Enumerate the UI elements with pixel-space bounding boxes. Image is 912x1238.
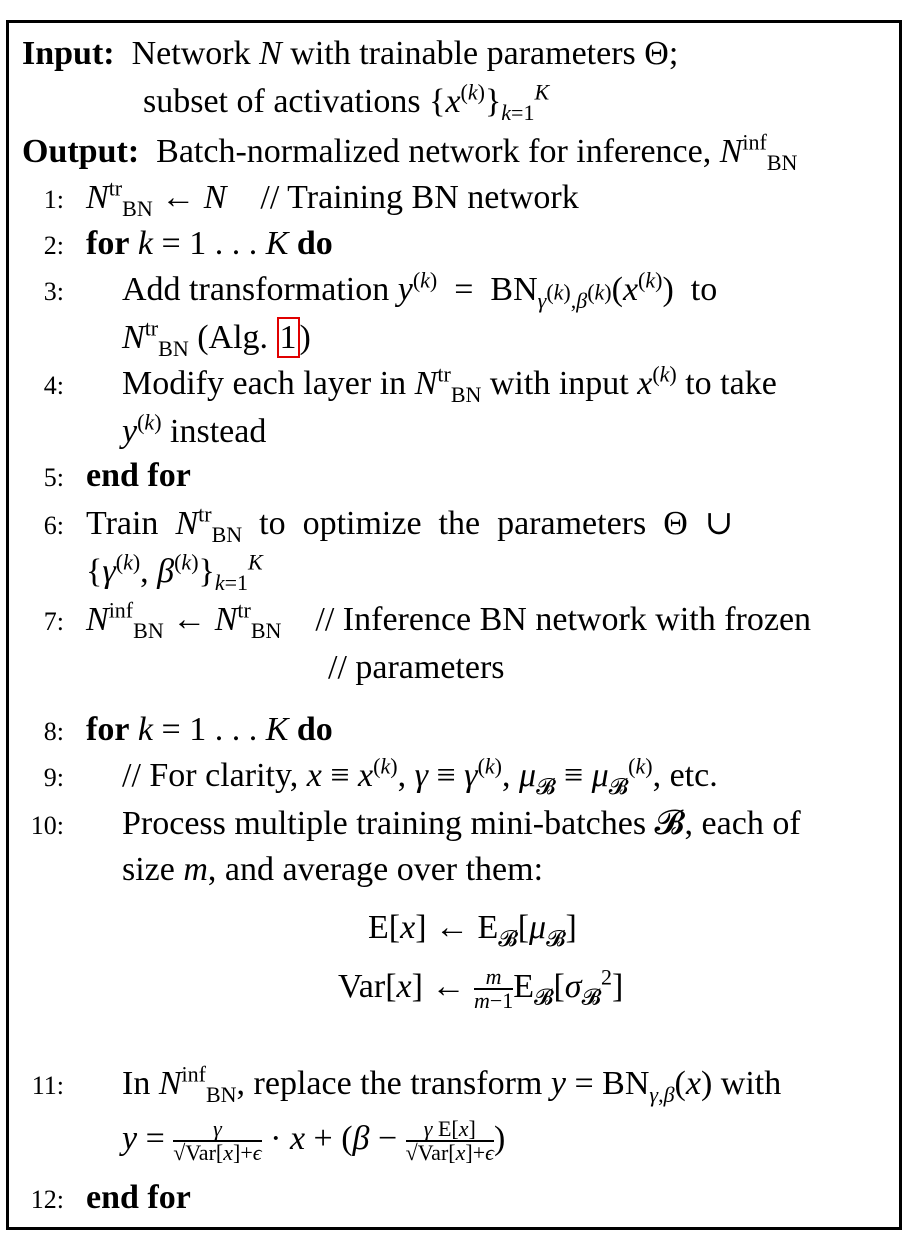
step-8: for k = 1 . . . K do	[86, 711, 333, 748]
step-3: Add transformation y(k) = BNγ(k),β(k)(x(…	[122, 267, 718, 313]
step-10-cont: size m, and average over them:	[122, 851, 544, 888]
step-number: 8:	[43, 717, 64, 746]
input-line: Input: Network N with trainable paramete…	[22, 35, 679, 72]
step-6-cont: {γ(k), β(k)}k=1K	[86, 549, 263, 595]
step-number: 2:	[43, 231, 64, 260]
step-number: 3:	[43, 277, 64, 306]
step-10: Process multiple training mini-batches 𝓑…	[122, 805, 801, 842]
step-number: 4:	[43, 371, 64, 400]
algorithm-reference-link[interactable]: 1	[276, 317, 300, 358]
step-7: NinfBN ← NtrBN // Inference BN network w…	[86, 597, 812, 643]
step-9: // For clarity, x ≡ x(k), γ ≡ γ(k), μ𝓑 ≡…	[122, 753, 718, 799]
variance-equation: Var[x] ← m m−1 E𝓑[σ𝓑2]	[338, 964, 624, 1013]
step-number: 9:	[43, 763, 64, 792]
input-line-2: subset of activations {x(k)}k=1K	[143, 79, 550, 125]
step-1: NtrBN ← N // Training BN network	[86, 175, 579, 221]
step-number: 1:	[43, 185, 64, 214]
step-number: 12:	[30, 1185, 64, 1214]
step-6: Train NtrBN to optimize the parameters Θ…	[86, 501, 734, 547]
step-number: 10:	[30, 811, 64, 840]
step-number: 7:	[43, 607, 64, 636]
step-number: 11:	[31, 1071, 64, 1100]
mean-equation: E[x] ← E𝓑[μ𝓑]	[368, 909, 577, 951]
step-12: end for	[86, 1179, 191, 1216]
step-number: 5:	[43, 463, 64, 492]
step-5: end for	[86, 457, 191, 494]
output-line: Output: Batch-normalized network for inf…	[22, 129, 798, 175]
step-7-cont: // parameters	[328, 649, 505, 686]
step-11: In NinfBN, replace the transform y = BNγ…	[122, 1061, 782, 1107]
step-3-cont: NtrBN (Alg. 1)	[122, 315, 311, 361]
step-4: Modify each layer in NtrBN with input x(…	[122, 361, 777, 407]
step-number: 6:	[43, 511, 64, 540]
step-2: for k = 1 . . . K do	[86, 225, 333, 262]
step-4-cont: y(k) instead	[122, 409, 267, 450]
inference-transform-equation: y = γ √Var[x]+ϵ · x + (β − γ E[x] √Var[x]+…	[122, 1116, 506, 1165]
